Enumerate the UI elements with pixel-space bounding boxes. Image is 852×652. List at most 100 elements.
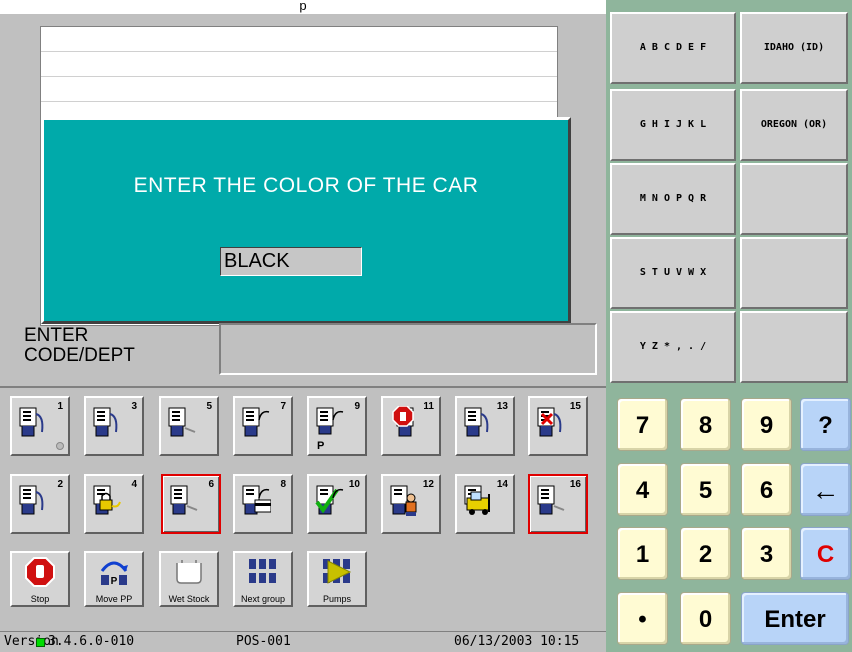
fuel-pump-forklift-icon bbox=[464, 485, 490, 515]
dialog-prompt: ENTER THE COLOR OF THE CAR bbox=[133, 174, 479, 197]
pump-number: 13 bbox=[496, 401, 508, 412]
key-letters-g-l[interactable]: G H I J K L bbox=[610, 89, 736, 161]
status-led-icon bbox=[36, 638, 45, 647]
pump-number: 11 bbox=[423, 401, 434, 412]
state-oregon-button[interactable]: OREGON (OR) bbox=[740, 89, 848, 161]
pump-number: 8 bbox=[280, 479, 286, 490]
key-2[interactable]: 2 bbox=[680, 527, 731, 580]
pump-number: 3 bbox=[131, 401, 137, 412]
fuel-pump-error-icon bbox=[537, 407, 562, 437]
key-9[interactable]: 9 bbox=[741, 398, 792, 451]
pump-number: 4 bbox=[131, 479, 137, 490]
enter-code-dept-label: ENTER CODE/DEPT bbox=[24, 324, 220, 374]
key-letters-a-f[interactable]: A B C D E F bbox=[610, 12, 736, 84]
wet-stock-tank-icon bbox=[176, 560, 202, 584]
enter-code-label-line2: CODE/DEPT bbox=[24, 345, 135, 366]
svg-text:P: P bbox=[111, 576, 118, 587]
wet-stock-label: Wet Stock bbox=[168, 594, 210, 604]
datetime: 06/13/2003 10:15 bbox=[454, 634, 580, 649]
pump-number: 12 bbox=[422, 479, 434, 490]
fuel-pump-idle-icon bbox=[19, 485, 44, 515]
key-5[interactable]: 5 bbox=[680, 463, 731, 516]
pumps-label: Pumps bbox=[322, 594, 351, 604]
fuel-pump-locked-icon bbox=[93, 485, 121, 515]
state-blank-button-4[interactable] bbox=[740, 237, 848, 309]
key-letters-m-r[interactable]: M N O P Q R bbox=[610, 163, 736, 235]
next-group-icon bbox=[249, 559, 276, 583]
pump-7-button[interactable]: 7 bbox=[233, 396, 293, 456]
pump-16-button[interactable]: 16 bbox=[528, 474, 588, 534]
fuel-pump-idle-icon bbox=[537, 485, 565, 515]
move-pp-label: Move PP bbox=[95, 594, 133, 604]
pump-number: 1 bbox=[57, 401, 63, 412]
backspace-button[interactable]: ← bbox=[800, 463, 851, 516]
key-8[interactable]: 8 bbox=[680, 398, 731, 451]
state-blank-button-5[interactable] bbox=[740, 311, 848, 383]
status-bar: Version 3.4.6.0-010 POS-001 06/13/2003 1… bbox=[0, 631, 606, 652]
key-0[interactable]: 0 bbox=[680, 592, 731, 645]
move-pp-button[interactable]: P Move PP bbox=[84, 551, 144, 607]
fuel-pump-approved-icon bbox=[315, 485, 344, 515]
key-4[interactable]: 4 bbox=[617, 463, 668, 516]
car-color-input[interactable]: BLACK bbox=[220, 247, 362, 276]
key-decimal[interactable]: • bbox=[617, 592, 668, 645]
pump-1-button[interactable]: 1 bbox=[10, 396, 70, 456]
pump-9-button[interactable]: 9 P bbox=[307, 396, 367, 456]
window-title: p bbox=[0, 0, 606, 14]
pump-number: 9 bbox=[354, 401, 360, 412]
key-3[interactable]: 3 bbox=[741, 527, 792, 580]
pump-3-button[interactable]: 3 bbox=[84, 396, 144, 456]
pump-number: 15 bbox=[569, 401, 581, 412]
key-letters-y-slash[interactable]: Y Z * , . / bbox=[610, 311, 736, 383]
pump-number: 6 bbox=[208, 479, 214, 490]
fuel-pump-stopped-icon bbox=[392, 406, 414, 437]
fuel-pump-idle-icon bbox=[168, 407, 196, 437]
pump-12-button[interactable]: 12 bbox=[381, 474, 441, 534]
pumps-button[interactable]: Pumps bbox=[307, 551, 367, 607]
state-blank-button-3[interactable] bbox=[740, 163, 848, 235]
pump-15-button[interactable]: 15 bbox=[528, 396, 588, 456]
pump-13-button[interactable]: 13 bbox=[455, 396, 515, 456]
pump-10-button[interactable]: 10 bbox=[307, 474, 367, 534]
pumps-play-icon bbox=[323, 559, 352, 584]
pump-6-button[interactable]: 6 bbox=[161, 474, 221, 534]
pump-14-button[interactable]: 14 bbox=[455, 474, 515, 534]
car-color-dialog: ENTER THE COLOR OF THE CAR BLACK bbox=[41, 117, 571, 324]
pump-5-button[interactable]: 5 bbox=[159, 396, 219, 456]
help-button[interactable]: ? bbox=[800, 398, 851, 451]
next-group-button[interactable]: Next group bbox=[233, 551, 293, 607]
fuel-pump-prepay-icon bbox=[316, 407, 344, 435]
version-number: 3.4.6.0-010 bbox=[48, 634, 135, 649]
key-6[interactable]: 6 bbox=[741, 463, 792, 516]
fuel-pump-idle-icon bbox=[170, 485, 198, 515]
pump-4-button[interactable]: 4 bbox=[84, 474, 144, 534]
pump-number: 2 bbox=[57, 479, 63, 490]
stop-label: Stop bbox=[30, 594, 50, 604]
fuel-pump-attendant-icon bbox=[390, 485, 417, 516]
prepay-badge: P bbox=[317, 440, 325, 452]
pump-number: 10 bbox=[348, 479, 360, 490]
terminal-id: POS-001 bbox=[236, 634, 291, 649]
state-idaho-button[interactable]: IDAHO (ID) bbox=[740, 12, 848, 84]
pump-number: 16 bbox=[569, 479, 581, 490]
code-dept-input[interactable] bbox=[219, 323, 597, 375]
pump-number: 7 bbox=[280, 401, 286, 412]
fuel-pump-idle-icon bbox=[19, 407, 44, 437]
enter-code-label-line1: ENTER bbox=[24, 325, 89, 346]
pump-number: 14 bbox=[496, 479, 508, 490]
next-group-label: Next group bbox=[240, 594, 286, 604]
key-1[interactable]: 1 bbox=[617, 527, 668, 580]
stop-button[interactable]: Stop bbox=[10, 551, 70, 607]
key-letters-s-x[interactable]: S T U V W X bbox=[610, 237, 736, 309]
pump-2-button[interactable]: 2 bbox=[10, 474, 70, 534]
pump-11-button[interactable]: 11 bbox=[381, 396, 441, 456]
fuel-pump-idle-icon bbox=[464, 407, 489, 437]
pump-8-button[interactable]: 8 bbox=[233, 474, 293, 534]
clear-button[interactable]: C bbox=[800, 527, 851, 580]
enter-button[interactable]: Enter bbox=[741, 592, 849, 645]
key-7[interactable]: 7 bbox=[617, 398, 668, 451]
fuel-pump-idle-icon bbox=[93, 407, 118, 437]
wet-stock-button[interactable]: Wet Stock bbox=[159, 551, 219, 607]
stop-hand-icon bbox=[25, 557, 55, 587]
pump-indicator-icon bbox=[56, 442, 64, 450]
